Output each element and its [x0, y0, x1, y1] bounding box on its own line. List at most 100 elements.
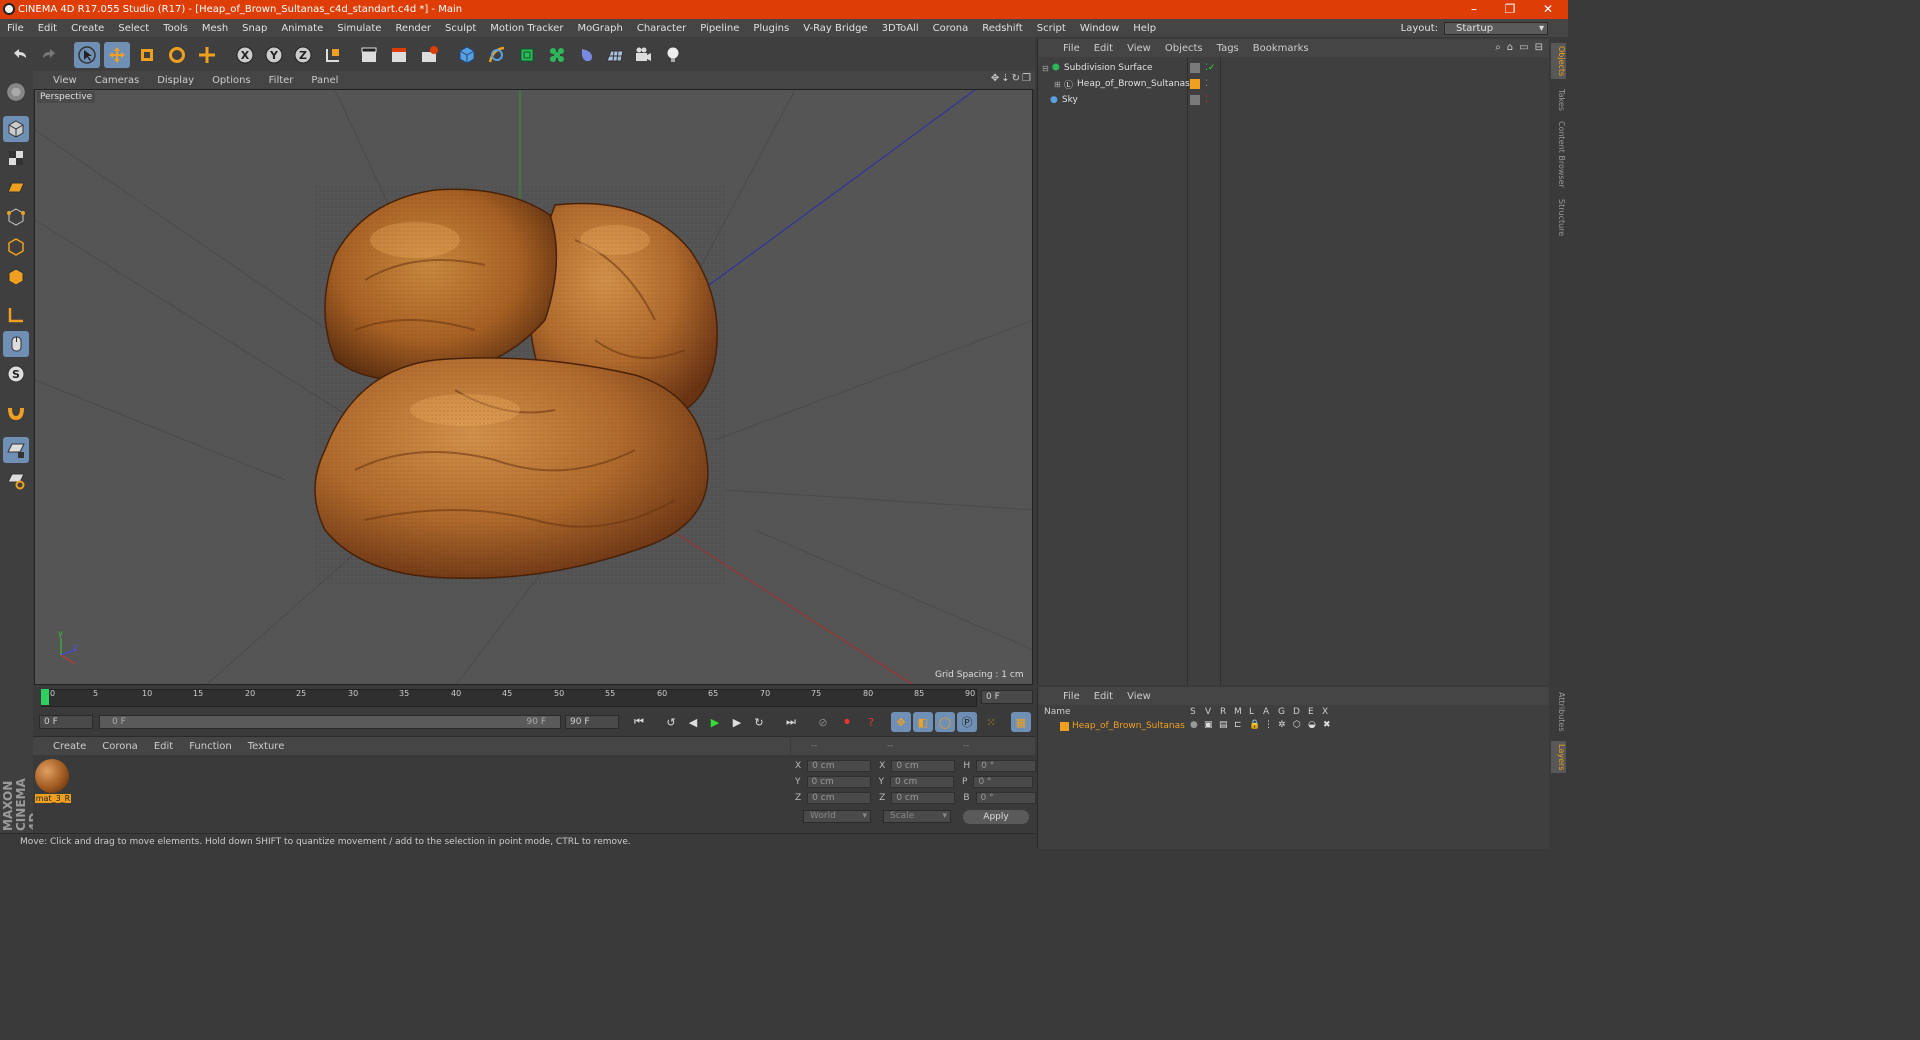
previous-key-button[interactable]: ↺	[661, 712, 681, 732]
add-light-button[interactable]	[660, 42, 686, 68]
viewport-menu-cameras[interactable]: Cameras	[86, 75, 148, 86]
xref-toggle-icon[interactable]: ✖	[1323, 720, 1331, 730]
live-selection-button[interactable]	[74, 42, 100, 68]
new-window-icon[interactable]: ▭	[1519, 42, 1528, 53]
maximize-icon[interactable]: ⊟	[1535, 42, 1543, 53]
view-toggle-icon[interactable]: ▣	[1204, 720, 1213, 730]
menu-character[interactable]: Character	[630, 23, 693, 34]
layer-tag-icon[interactable]	[1190, 95, 1200, 105]
menu-pipeline[interactable]: Pipeline	[693, 23, 746, 34]
key-pla-button[interactable]: ⁙	[981, 712, 1001, 732]
size-z-field[interactable]: 0 cm	[891, 792, 956, 804]
viewport-menu-display[interactable]: Display	[148, 75, 203, 86]
object-menu-edit[interactable]: Edit	[1087, 43, 1120, 54]
visibility-check-icon[interactable]: ⁚✓	[1205, 63, 1215, 73]
menu-window[interactable]: Window	[1073, 23, 1126, 34]
frame-range-slider[interactable]: 0 F 90 F	[99, 715, 561, 729]
object-row-sky[interactable]: ● Sky ⁚	[1050, 92, 1544, 108]
deformers-toggle-icon[interactable]: ⬡	[1293, 720, 1301, 730]
solo-mode-button[interactable]: S	[3, 361, 29, 387]
sultanas-model[interactable]	[314, 185, 725, 585]
viewport-menu-options[interactable]: Options	[203, 75, 260, 86]
next-key-button[interactable]: ↻	[749, 712, 769, 732]
expand-icon[interactable]: ⊞	[1054, 80, 1064, 89]
viewport-maximize-icon[interactable]: ❐	[1022, 73, 1031, 84]
key-parameter-button[interactable]: Ⓟ	[957, 712, 977, 732]
object-row-heap-of-brown-sultanas[interactable]: ⊞ Ⓛ Heap_of_Brown_Sultanas ⁚	[1054, 76, 1544, 92]
make-editable-button[interactable]	[3, 79, 29, 105]
current-frame-field[interactable]: 0 F	[981, 690, 1033, 704]
perspective-viewport[interactable]: y z	[34, 89, 1033, 685]
locked-workplane-button[interactable]	[3, 437, 29, 463]
animation-toggle-icon[interactable]: ⋮	[1264, 720, 1273, 730]
timeline-window-button[interactable]: ▦	[1011, 712, 1031, 732]
solo-toggle-icon[interactable]: ●	[1190, 720, 1198, 730]
object-menu-bookmarks[interactable]: Bookmarks	[1246, 43, 1316, 54]
object-menu-file[interactable]: File	[1056, 43, 1087, 54]
viewport-dolly-icon[interactable]: ⇣	[1001, 73, 1009, 84]
workplane-mode-button[interactable]	[3, 174, 29, 200]
material-menu-corona[interactable]: Corona	[94, 741, 146, 752]
menu-file[interactable]: File	[0, 23, 31, 34]
viewport-menu-view[interactable]: View	[33, 75, 86, 86]
texture-mode-button[interactable]	[3, 145, 29, 171]
material-swatch[interactable]: mat_3_R	[35, 759, 71, 803]
end-frame-field[interactable]: 90 F	[565, 715, 619, 729]
menu-sculpt[interactable]: Sculpt	[438, 23, 483, 34]
next-frame-button[interactable]: ▶	[727, 712, 747, 732]
menu-redshift[interactable]: Redshift	[975, 23, 1030, 34]
y-axis-lock-button[interactable]: Y	[261, 42, 287, 68]
object-menu-objects[interactable]: Objects	[1158, 43, 1210, 54]
layer-menu-file[interactable]: File	[1056, 691, 1087, 702]
play-button[interactable]: ▶	[705, 712, 725, 732]
object-menu-tags[interactable]: Tags	[1210, 43, 1246, 54]
rotate-tool-button[interactable]	[164, 42, 190, 68]
material-menu-texture[interactable]: Texture	[240, 741, 293, 752]
maximize-button[interactable]: ❐	[1492, 0, 1528, 19]
record-keys-button[interactable]: ⊘	[813, 712, 833, 732]
expressions-toggle-icon[interactable]: ◒	[1308, 720, 1316, 730]
visibility-dots-icon[interactable]: ⁚	[1205, 95, 1208, 105]
position-z-field[interactable]: 0 cm	[807, 792, 872, 804]
polygons-mode-button[interactable]	[3, 264, 29, 290]
menu-3dtoall[interactable]: 3DToAll	[875, 23, 926, 34]
points-mode-button[interactable]	[3, 204, 29, 230]
rotation-b-field[interactable]: 0 °	[975, 792, 1036, 804]
collapse-icon[interactable]: ⊟	[1042, 64, 1052, 73]
redo-button[interactable]	[36, 42, 62, 68]
render-settings-button[interactable]	[416, 42, 442, 68]
close-button[interactable]: ✕	[1530, 0, 1566, 19]
viewport-orbit-icon[interactable]: ↻	[1012, 73, 1020, 84]
previous-frame-button[interactable]: ◀	[683, 712, 703, 732]
visibility-dots-icon[interactable]: ⁚	[1205, 79, 1208, 89]
undo-button[interactable]	[7, 42, 33, 68]
search-icon[interactable]: ⌕	[1495, 42, 1501, 53]
viewport-menu-filter[interactable]: Filter	[260, 75, 303, 86]
layer-color-icon[interactable]	[1190, 79, 1200, 89]
layout-select[interactable]: Startup ▾	[1444, 21, 1548, 35]
start-frame-field[interactable]: 0 F	[39, 715, 93, 729]
tweak-mode-button[interactable]	[3, 331, 29, 357]
layer-color-swatch[interactable]	[1060, 722, 1069, 731]
menu-motion-tracker[interactable]: Motion Tracker	[483, 23, 570, 34]
go-to-start-button[interactable]: ⏮	[629, 712, 649, 732]
object-menu-view[interactable]: View	[1120, 43, 1158, 54]
layer-tag-icon[interactable]	[1190, 63, 1200, 73]
tab-attributes[interactable]: Attributes	[1551, 689, 1566, 735]
timeline-ruler[interactable]: 0 5 10 15 20 25 30 35 40 45 50 55 60 65 …	[33, 686, 1035, 712]
tab-objects[interactable]: Objects	[1551, 43, 1566, 79]
viewport-menu-panel[interactable]: Panel	[302, 75, 347, 86]
add-camera-button[interactable]	[630, 42, 656, 68]
add-floor-button[interactable]	[602, 42, 628, 68]
menu-help[interactable]: Help	[1126, 23, 1163, 34]
menu-create[interactable]: Create	[64, 23, 111, 34]
manager-toggle-icon[interactable]: ⊏	[1234, 720, 1242, 730]
menu-corona[interactable]: Corona	[926, 23, 976, 34]
tab-structure[interactable]: Structure	[1551, 197, 1566, 239]
add-mograph-button[interactable]	[544, 42, 570, 68]
menu-render[interactable]: Render	[388, 23, 438, 34]
menu-snap[interactable]: Snap	[235, 23, 274, 34]
tab-takes[interactable]: Takes	[1551, 87, 1566, 113]
size-y-field[interactable]: 0 cm	[890, 776, 954, 788]
z-axis-lock-button[interactable]: Z	[290, 42, 316, 68]
